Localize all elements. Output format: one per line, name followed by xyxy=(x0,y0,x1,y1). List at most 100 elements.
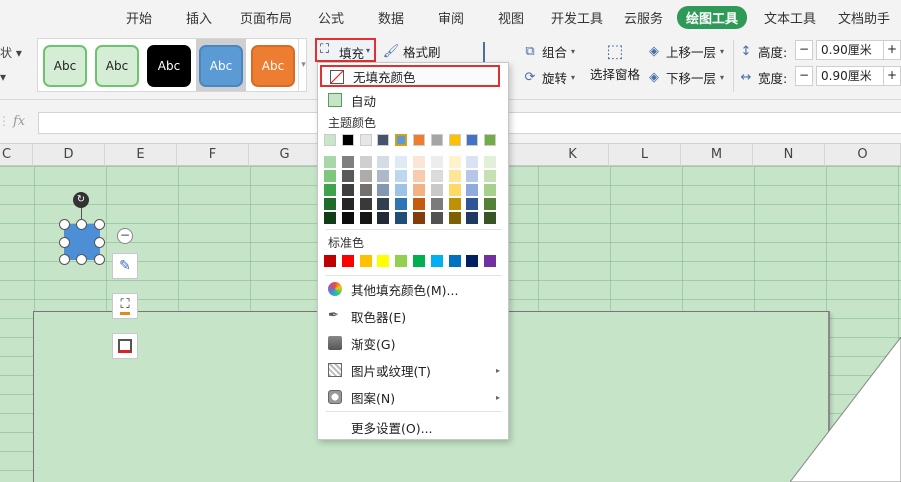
standard-color-swatch[interactable] xyxy=(448,255,461,267)
eyedropper-option[interactable]: ✒ 取色器(E) xyxy=(318,304,508,328)
picture-texture-option[interactable]: 图片或纹理(T) ▸ xyxy=(318,358,508,382)
shape-style-4[interactable]: Abc xyxy=(199,45,243,87)
tab-drawing-tools[interactable]: 绘图工具 xyxy=(677,6,748,29)
theme-shade-swatch[interactable] xyxy=(377,156,390,168)
theme-color-swatch[interactable] xyxy=(448,134,461,146)
theme-shade-swatch[interactable] xyxy=(324,198,336,210)
theme-shade-swatch[interactable] xyxy=(395,184,408,196)
theme-shade-swatch[interactable] xyxy=(324,156,336,168)
tab-page-layout[interactable]: 页面布局 xyxy=(240,8,292,27)
theme-shade-swatch[interactable] xyxy=(430,212,443,224)
theme-color-swatch[interactable] xyxy=(413,134,425,146)
collapse-toolbar-icon[interactable]: − xyxy=(117,228,133,244)
theme-shade-swatch[interactable] xyxy=(377,198,390,210)
column-header-o[interactable]: O xyxy=(825,144,901,166)
theme-color-swatch[interactable] xyxy=(395,134,408,146)
resize-handle-n[interactable] xyxy=(76,219,87,230)
tab-data[interactable]: 数据 xyxy=(378,8,404,27)
theme-shade-swatch[interactable] xyxy=(341,156,354,168)
fill-button[interactable]: ⛶ 填充 ▾ xyxy=(315,38,376,62)
theme-shade-swatch[interactable] xyxy=(466,156,479,168)
theme-shade-swatch[interactable] xyxy=(324,212,336,224)
theme-shade-swatch[interactable] xyxy=(413,198,425,210)
resize-handle-e[interactable] xyxy=(94,237,105,248)
fx-icon[interactable]: fx xyxy=(13,114,25,129)
resize-handle-sw[interactable] xyxy=(59,254,70,265)
standard-color-swatch[interactable] xyxy=(484,255,497,267)
theme-color-swatch[interactable] xyxy=(466,134,479,146)
standard-color-swatch[interactable] xyxy=(413,255,425,267)
theme-shade-swatch[interactable] xyxy=(448,170,461,182)
theme-shade-swatch[interactable] xyxy=(413,170,425,182)
theme-shade-swatch[interactable] xyxy=(466,212,479,224)
theme-shade-swatch[interactable] xyxy=(466,184,479,196)
gradient-option[interactable]: 渐变(G) xyxy=(318,331,508,355)
selection-pane-button[interactable]: ⬚ 选择窗格 xyxy=(590,40,640,83)
shape-style-quick-button[interactable]: ✎ xyxy=(112,253,138,279)
column-header-g[interactable]: G xyxy=(249,144,321,166)
tab-insert[interactable]: 插入 xyxy=(186,8,212,27)
resize-handle-s[interactable] xyxy=(76,254,87,265)
format-painter-button[interactable]: 🖌 格式刷 xyxy=(383,42,441,61)
tab-formulas[interactable]: 公式 xyxy=(318,8,344,27)
theme-shade-swatch[interactable] xyxy=(324,184,336,196)
theme-color-swatch[interactable] xyxy=(341,134,354,146)
height-decrease-button[interactable]: − xyxy=(795,40,813,60)
resize-handle-nw[interactable] xyxy=(59,219,70,230)
standard-color-swatch[interactable] xyxy=(395,255,408,267)
column-header-e[interactable]: E xyxy=(105,144,177,166)
shape-outline-partial[interactable]: 状 ▾ xyxy=(0,44,22,61)
resize-handle-se[interactable] xyxy=(94,254,105,265)
theme-color-swatch[interactable] xyxy=(484,134,497,146)
standard-color-swatch[interactable] xyxy=(377,255,390,267)
shape-outline-quick-button[interactable] xyxy=(112,333,138,359)
theme-shade-swatch[interactable] xyxy=(359,170,372,182)
theme-color-swatch[interactable] xyxy=(377,134,390,146)
tab-home[interactable]: 开始 xyxy=(126,8,152,27)
group-button[interactable]: ⧉ 组合 ▾ xyxy=(522,42,575,61)
theme-shade-swatch[interactable] xyxy=(359,184,372,196)
theme-shade-swatch[interactable] xyxy=(395,170,408,182)
tab-text-tools[interactable]: 文本工具 xyxy=(764,8,816,27)
resize-handle-ne[interactable] xyxy=(94,219,105,230)
rotate-handle-icon[interactable]: ↻ xyxy=(73,192,89,208)
theme-shade-swatch[interactable] xyxy=(359,198,372,210)
standard-color-swatch[interactable] xyxy=(466,255,479,267)
theme-shade-swatch[interactable] xyxy=(448,184,461,196)
column-header-c[interactable]: C xyxy=(0,144,33,166)
theme-shade-swatch[interactable] xyxy=(413,212,425,224)
tab-review[interactable]: 审阅 xyxy=(438,8,464,27)
theme-shade-swatch[interactable] xyxy=(359,156,372,168)
theme-shade-swatch[interactable] xyxy=(484,198,497,210)
rotate-button[interactable]: ⟳ 旋转 ▾ xyxy=(522,68,575,87)
theme-shade-swatch[interactable] xyxy=(359,212,372,224)
more-settings-option[interactable]: 更多设置(O)... xyxy=(318,415,508,439)
theme-color-swatch[interactable] xyxy=(359,134,372,146)
height-increase-button[interactable]: + xyxy=(883,40,901,60)
width-increase-button[interactable]: + xyxy=(883,66,901,86)
column-header-d[interactable]: D xyxy=(33,144,105,166)
theme-shade-swatch[interactable] xyxy=(413,156,425,168)
align-button[interactable] xyxy=(483,42,503,64)
theme-shade-swatch[interactable] xyxy=(466,198,479,210)
shape-effect-partial[interactable]: ▾ xyxy=(0,70,6,84)
standard-color-swatch[interactable] xyxy=(359,255,372,267)
theme-shade-swatch[interactable] xyxy=(466,170,479,182)
theme-shade-swatch[interactable] xyxy=(430,198,443,210)
theme-shade-swatch[interactable] xyxy=(395,212,408,224)
theme-shade-swatch[interactable] xyxy=(395,198,408,210)
shape-style-1[interactable]: Abc xyxy=(43,45,87,87)
theme-shade-swatch[interactable] xyxy=(377,184,390,196)
shape-fill-quick-button[interactable]: ⛶ xyxy=(112,293,138,319)
shape-style-5[interactable]: Abc xyxy=(251,45,295,87)
theme-shade-swatch[interactable] xyxy=(341,184,354,196)
theme-shade-swatch[interactable] xyxy=(341,212,354,224)
theme-color-swatch[interactable] xyxy=(430,134,443,146)
theme-shade-swatch[interactable] xyxy=(377,212,390,224)
theme-shade-swatch[interactable] xyxy=(341,170,354,182)
tab-view[interactable]: 视图 xyxy=(498,8,524,27)
standard-color-swatch[interactable] xyxy=(324,255,336,267)
send-backward-button[interactable]: ◈ 下移一层 ▾ xyxy=(646,68,724,87)
theme-shade-swatch[interactable] xyxy=(484,170,497,182)
theme-shade-swatch[interactable] xyxy=(430,156,443,168)
